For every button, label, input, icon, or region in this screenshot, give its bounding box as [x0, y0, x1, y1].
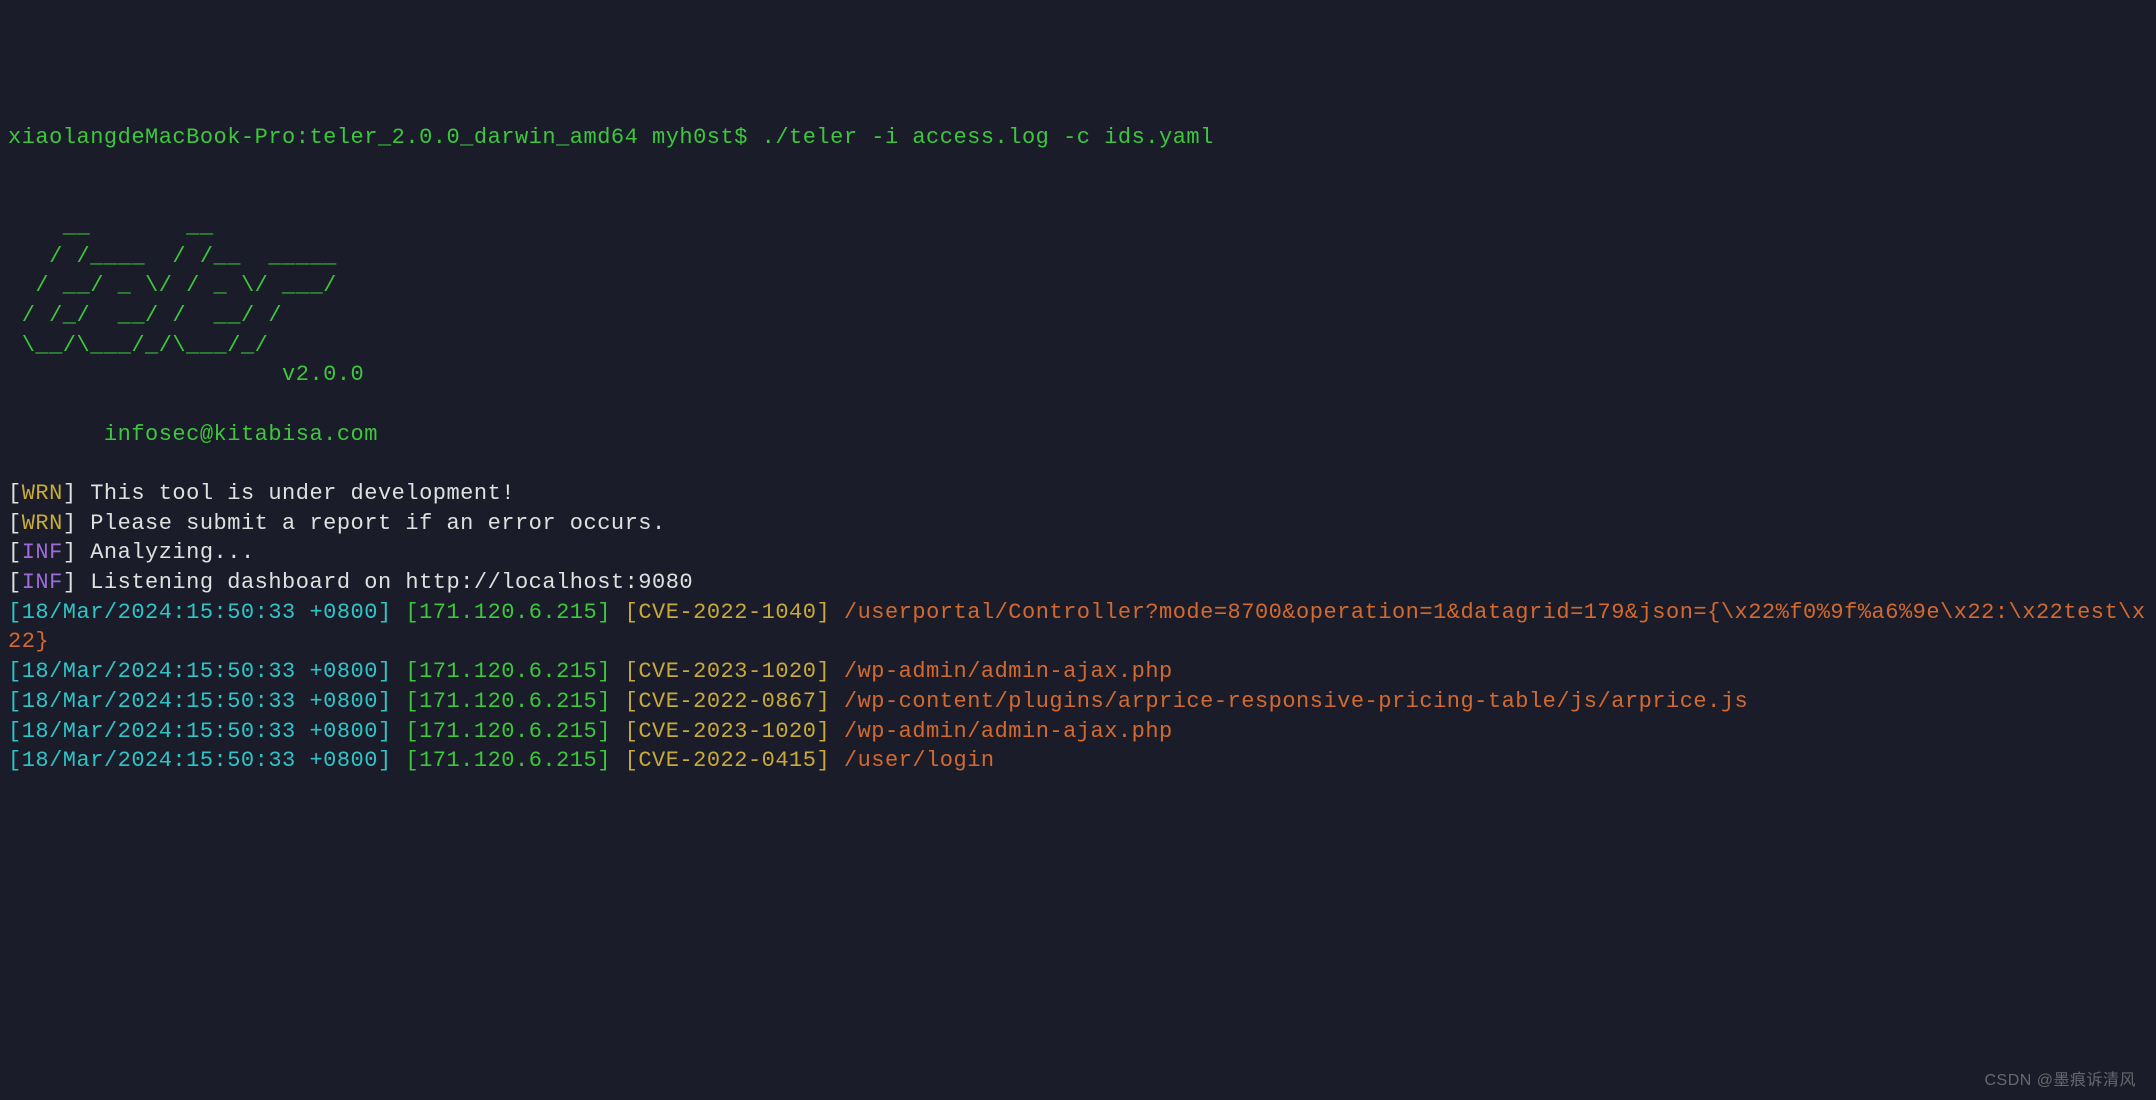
watermark: CSDN @墨痕诉清风	[1984, 1070, 2136, 1092]
warn-tag: WRN	[22, 511, 63, 536]
info-tag: INF	[22, 570, 63, 595]
ascii-logo: __ __ / /____ / /__ _____ / __/ _ \/ / _…	[8, 214, 337, 358]
log-cve: [CVE-2023-1020]	[625, 719, 831, 744]
log-ip: [171.120.6.215]	[405, 659, 611, 684]
version-label: v2.0.0	[282, 362, 364, 387]
bracket: [	[8, 481, 22, 506]
log-path: /user/login	[844, 748, 995, 773]
log-cve: [CVE-2022-0867]	[625, 689, 831, 714]
log-ip: [171.120.6.215]	[405, 600, 611, 625]
log-cve: [CVE-2022-1040]	[625, 600, 831, 625]
info-tag: INF	[22, 540, 63, 565]
bracket: ]	[63, 570, 77, 595]
log-timestamp: [18/Mar/2024:15:50:33 +0800]	[8, 748, 392, 773]
log-ip: [171.120.6.215]	[405, 689, 611, 714]
bracket: [	[8, 570, 22, 595]
bracket: [	[8, 540, 22, 565]
warn-message: This tool is under development!	[77, 481, 515, 506]
bracket: ]	[63, 511, 77, 536]
bracket: [	[8, 511, 22, 536]
log-ip: [171.120.6.215]	[405, 719, 611, 744]
warn-message: Please submit a report if an error occur…	[77, 511, 666, 536]
info-message: Analyzing...	[77, 540, 255, 565]
shell-prompt: xiaolangdeMacBook-Pro:teler_2.0.0_darwin…	[8, 125, 762, 150]
log-timestamp: [18/Mar/2024:15:50:33 +0800]	[8, 689, 392, 714]
log-timestamp: [18/Mar/2024:15:50:33 +0800]	[8, 719, 392, 744]
log-path: /wp-admin/admin-ajax.php	[844, 659, 1173, 684]
log-path: /wp-admin/admin-ajax.php	[844, 719, 1173, 744]
log-timestamp: [18/Mar/2024:15:50:33 +0800]	[8, 600, 392, 625]
bracket: ]	[63, 540, 77, 565]
warn-tag: WRN	[22, 481, 63, 506]
log-timestamp: [18/Mar/2024:15:50:33 +0800]	[8, 659, 392, 684]
contact-email: infosec@kitabisa.com	[104, 422, 378, 447]
bracket: ]	[63, 481, 77, 506]
shell-command: ./teler -i access.log -c ids.yaml	[762, 125, 1214, 150]
log-ip: [171.120.6.215]	[405, 748, 611, 773]
log-path: /wp-content/plugins/arprice-responsive-p…	[844, 689, 1748, 714]
info-message: Listening dashboard on http://localhost:…	[77, 570, 694, 595]
log-cve: [CVE-2022-0415]	[625, 748, 831, 773]
log-cve: [CVE-2023-1020]	[625, 659, 831, 684]
